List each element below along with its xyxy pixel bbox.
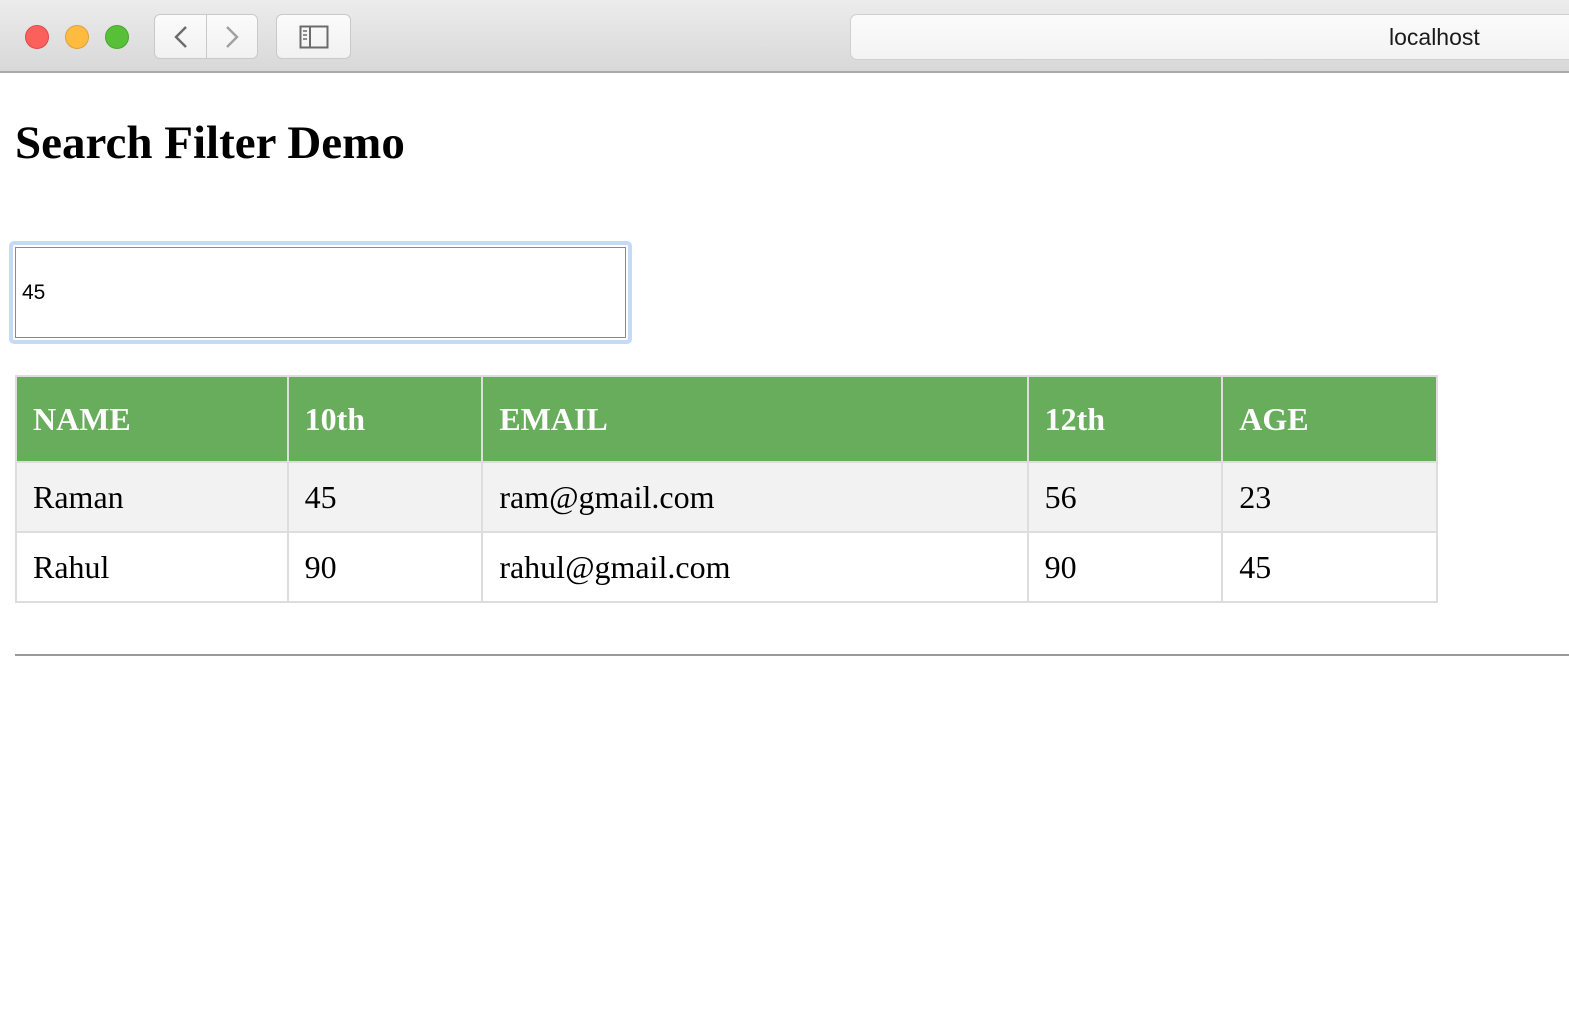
horizontal-rule bbox=[15, 654, 1569, 656]
chevron-right-icon bbox=[226, 25, 239, 48]
cell-email: ram@gmail.com bbox=[481, 461, 1029, 533]
table-header-row: NAME 10th EMAIL 12th AGE bbox=[15, 375, 1438, 463]
column-header-age: AGE bbox=[1221, 375, 1438, 463]
cell-name: Rahul bbox=[15, 531, 289, 603]
close-window-button[interactable] bbox=[25, 25, 49, 49]
cell-age: 45 bbox=[1221, 531, 1438, 603]
cell-name: Raman bbox=[15, 461, 289, 533]
browser-toolbar: localhost bbox=[0, 0, 1569, 73]
url-text: localhost bbox=[1389, 24, 1480, 50]
cell-12th: 90 bbox=[1026, 531, 1224, 603]
column-header-name: NAME bbox=[15, 375, 289, 463]
column-header-10th: 10th bbox=[286, 375, 484, 463]
results-table: NAME 10th EMAIL 12th AGE Raman 45 ram@gm… bbox=[15, 375, 1438, 603]
search-input[interactable] bbox=[15, 247, 626, 338]
sidebar-toggle-button[interactable] bbox=[276, 14, 351, 59]
page-content: Search Filter Demo NAME 10th EMAIL 12th … bbox=[0, 75, 1569, 1015]
address-bar[interactable]: localhost bbox=[850, 14, 1569, 60]
table-row: Rahul 90 rahul@gmail.com 90 45 bbox=[15, 531, 1438, 603]
cell-10th: 90 bbox=[286, 531, 484, 603]
cell-10th: 45 bbox=[286, 461, 484, 533]
zoom-window-button[interactable] bbox=[105, 25, 129, 49]
cell-age: 23 bbox=[1221, 461, 1438, 533]
chevron-left-icon bbox=[173, 25, 187, 48]
column-header-email: EMAIL bbox=[481, 375, 1029, 463]
back-button[interactable] bbox=[154, 14, 207, 59]
sidebar-icon bbox=[299, 25, 328, 48]
minimize-window-button[interactable] bbox=[65, 25, 89, 49]
cell-email: rahul@gmail.com bbox=[481, 531, 1029, 603]
search-focus-ring bbox=[9, 241, 632, 344]
page-title: Search Filter Demo bbox=[15, 117, 405, 169]
column-header-12th: 12th bbox=[1026, 375, 1224, 463]
forward-button[interactable] bbox=[206, 14, 258, 59]
cell-12th: 56 bbox=[1026, 461, 1224, 533]
table-row: Raman 45 ram@gmail.com 56 23 bbox=[15, 461, 1438, 533]
